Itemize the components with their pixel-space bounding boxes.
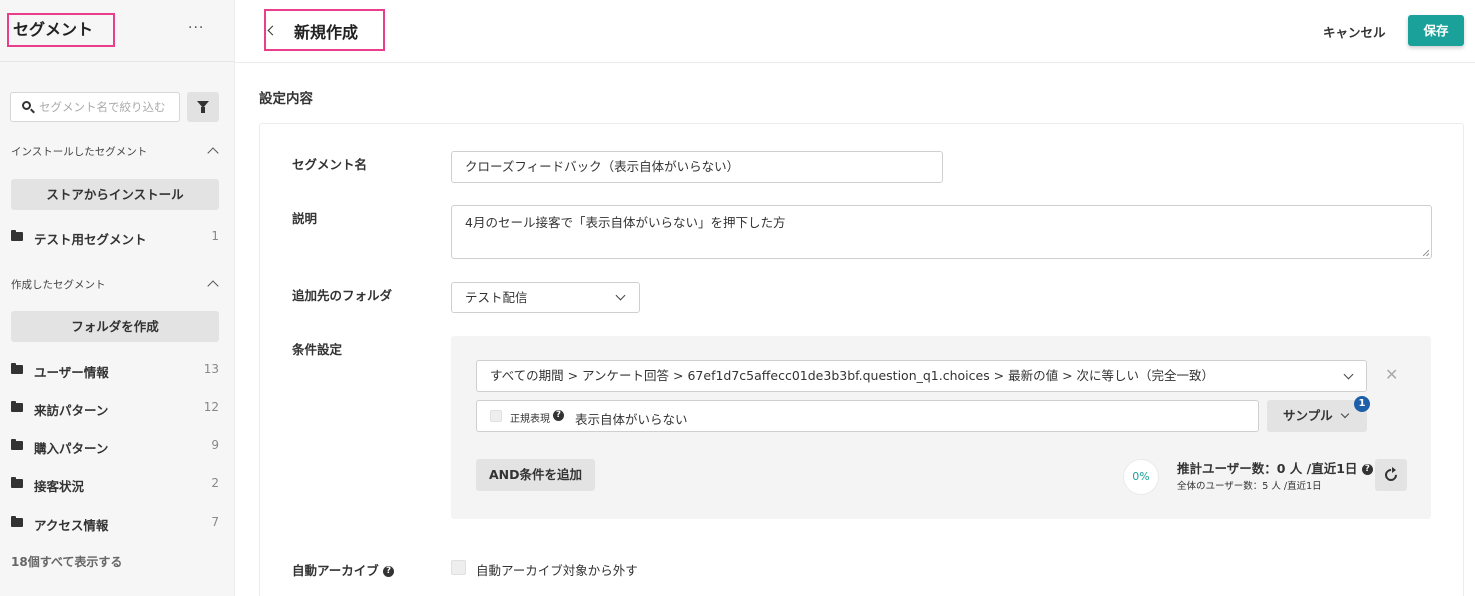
sidebar-item-count: 13	[203, 362, 219, 376]
remove-condition-icon[interactable]: ✕	[1385, 365, 1398, 384]
folder-icon	[11, 401, 23, 412]
sidebar-item-label: 接客状況	[34, 479, 85, 494]
auto-archive-label: 自動アーカイブ ?	[292, 560, 395, 579]
sidebar-item-label: テスト用セグメント	[34, 232, 147, 247]
segment-name-label: セグメント名	[292, 157, 368, 172]
estimated-users-text: 推計ユーザー数：0 人 /直近1日	[1177, 461, 1358, 476]
condition-label: 条件設定	[292, 342, 343, 357]
sidebar-item-label: アクセス情報	[34, 518, 109, 533]
estimated-users: 推計ユーザー数：0 人 /直近1日 ?	[1177, 458, 1373, 477]
create-folder-button[interactable]: フォルダを作成	[11, 311, 219, 342]
chevron-down-icon	[1343, 369, 1354, 380]
description-text: 4月のセール接客で「表示自体がいらない」を押下した方	[465, 215, 786, 230]
sidebar-item-count: 7	[211, 515, 219, 529]
match-value-text: 表示自体がいらない	[575, 412, 688, 427]
folder-icon	[11, 477, 23, 488]
collapse-installed-icon[interactable]	[207, 147, 219, 159]
folder-select-value: テスト配信	[465, 290, 528, 305]
segment-name-input[interactable]: クローズフィードバック（表示自体がいらない）	[451, 151, 943, 183]
sample-button[interactable]: サンプル	[1267, 400, 1367, 432]
sidebar-item-test-segment[interactable]: テスト用セグメント 1	[11, 227, 219, 247]
sidebar-item-access-info[interactable]: アクセス情報 7	[11, 513, 219, 533]
folder-select[interactable]: テスト配信	[451, 282, 640, 313]
sidebar-item-label: 購入パターン	[34, 441, 109, 456]
search-icon	[22, 101, 31, 110]
chevron-down-icon	[615, 290, 626, 301]
segment-search-input[interactable]	[39, 98, 177, 116]
add-and-condition-button[interactable]: AND条件を追加	[476, 459, 595, 491]
help-icon[interactable]: ?	[383, 566, 395, 577]
sidebar-item-engagement-status[interactable]: 接客状況 2	[11, 474, 219, 494]
description-textarea[interactable]: 4月のセール接客で「表示自体がいらない」を押下した方	[451, 205, 1432, 259]
auto-archive-label-text: 自動アーカイブ	[292, 563, 379, 578]
install-from-store-button[interactable]: ストアからインストール	[11, 179, 219, 210]
show-all-link[interactable]: 18個すべて表示する	[11, 553, 122, 570]
sidebar-header: セグメント ···	[0, 0, 234, 62]
sample-count-badge: 1	[1354, 396, 1370, 412]
more-options-button[interactable]: ···	[188, 20, 204, 36]
sidebar-item-count: 2	[211, 476, 219, 490]
main-panel: 新規作成 キャンセル 保存 設定内容 セグメント名 クローズフィードバック（表示…	[235, 0, 1475, 596]
sidebar: セグメント ··· インストールしたセグメント ストアからインストール テスト用…	[0, 0, 235, 596]
sidebar-item-visit-pattern[interactable]: 来訪パターン 12	[11, 398, 219, 418]
total-users: 全体のユーザー数：5 人 /直近1日	[1177, 481, 1322, 492]
match-value-input[interactable]: 正規表現 ? 表示自体がいらない	[476, 400, 1259, 432]
folder-icon	[11, 439, 23, 450]
auto-archive-option-label[interactable]: 自動アーカイブ対象から外す	[476, 560, 638, 579]
condition-select-value: すべての期間 > アンケート回答 > 67ef1d7c5affecc01de3b…	[490, 368, 1215, 383]
help-icon[interactable]: ?	[553, 410, 564, 421]
sidebar-item-label: 来訪パターン	[34, 403, 109, 418]
sample-button-label: サンプル	[1283, 408, 1333, 423]
auto-archive-checkbox[interactable]	[451, 560, 466, 575]
description-label: 説明	[292, 211, 318, 226]
folder-icon	[11, 516, 23, 527]
sidebar-item-label: ユーザー情報	[34, 365, 109, 380]
created-section-label: 作成したセグメント	[11, 279, 106, 291]
segment-search[interactable]	[10, 92, 180, 122]
sidebar-item-user-info[interactable]: ユーザー情報 13	[11, 360, 219, 380]
sidebar-item-count: 12	[203, 400, 219, 414]
sidebar-item-purchase-pattern[interactable]: 購入パターン 9	[11, 436, 219, 456]
page-title: 新規作成	[294, 23, 359, 42]
installed-section-label: インストールしたセグメント	[11, 146, 148, 158]
collapse-created-icon[interactable]	[207, 280, 219, 292]
filter-button[interactable]	[187, 92, 219, 122]
refresh-button[interactable]	[1375, 459, 1407, 491]
refresh-arrow-icon	[1392, 467, 1396, 473]
resize-handle-icon[interactable]	[1423, 250, 1429, 256]
folder-icon	[11, 230, 23, 241]
refresh-icon	[1382, 466, 1400, 484]
chevron-down-icon	[1340, 409, 1350, 419]
folder-label: 追加先のフォルダ	[292, 288, 393, 303]
settings-section-title: 設定内容	[259, 91, 313, 107]
condition-select[interactable]: すべての期間 > アンケート回答 > 67ef1d7c5affecc01de3b…	[476, 360, 1367, 392]
sidebar-item-count: 1	[211, 229, 219, 243]
folder-icon	[11, 363, 23, 374]
sidebar-title: セグメント	[7, 13, 115, 47]
top-bar: 新規作成 キャンセル 保存	[235, 0, 1475, 63]
regex-checkbox[interactable]	[490, 410, 502, 422]
sidebar-item-count: 9	[211, 438, 219, 452]
regex-label: 正規表現	[510, 414, 550, 425]
filter-icon	[197, 101, 209, 113]
cancel-button[interactable]: キャンセル	[1323, 22, 1386, 41]
estimate-percent-circle: 0%	[1123, 459, 1159, 495]
save-button[interactable]: 保存	[1408, 15, 1464, 46]
help-icon[interactable]: ?	[1361, 464, 1373, 475]
